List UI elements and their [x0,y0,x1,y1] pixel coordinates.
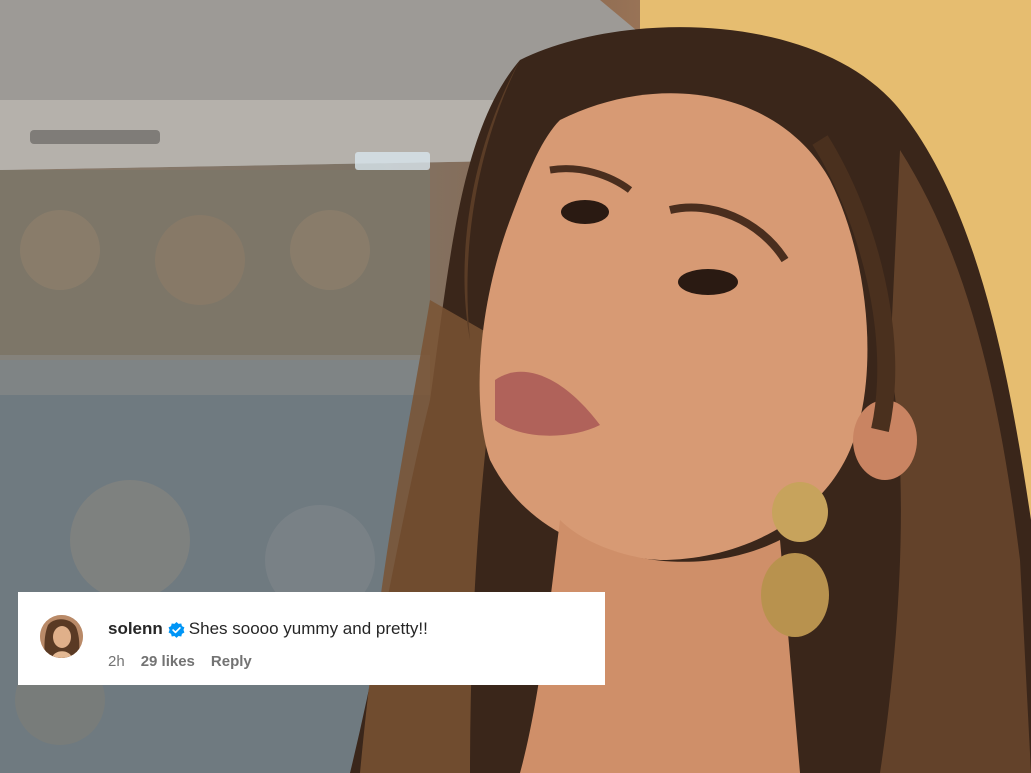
avatar-image [40,615,83,658]
username-link[interactable]: solenn [108,619,163,639]
comment-text: Shes soooo yummy and pretty!! [188,619,428,638]
comment-card: solenn Shes soooo yummy and pretty!! 2h … [18,592,605,685]
comment-meta: 2h 29 likes Reply [108,653,268,670]
reply-button[interactable]: Reply [211,653,252,670]
avatar[interactable] [40,615,83,658]
comment-timestamp: 2h [108,653,125,670]
likes-count-link[interactable]: 29 likes [141,653,195,670]
comment-line: solenn Shes soooo yummy and pretty!! [108,619,428,639]
verified-badge-icon [168,621,185,639]
